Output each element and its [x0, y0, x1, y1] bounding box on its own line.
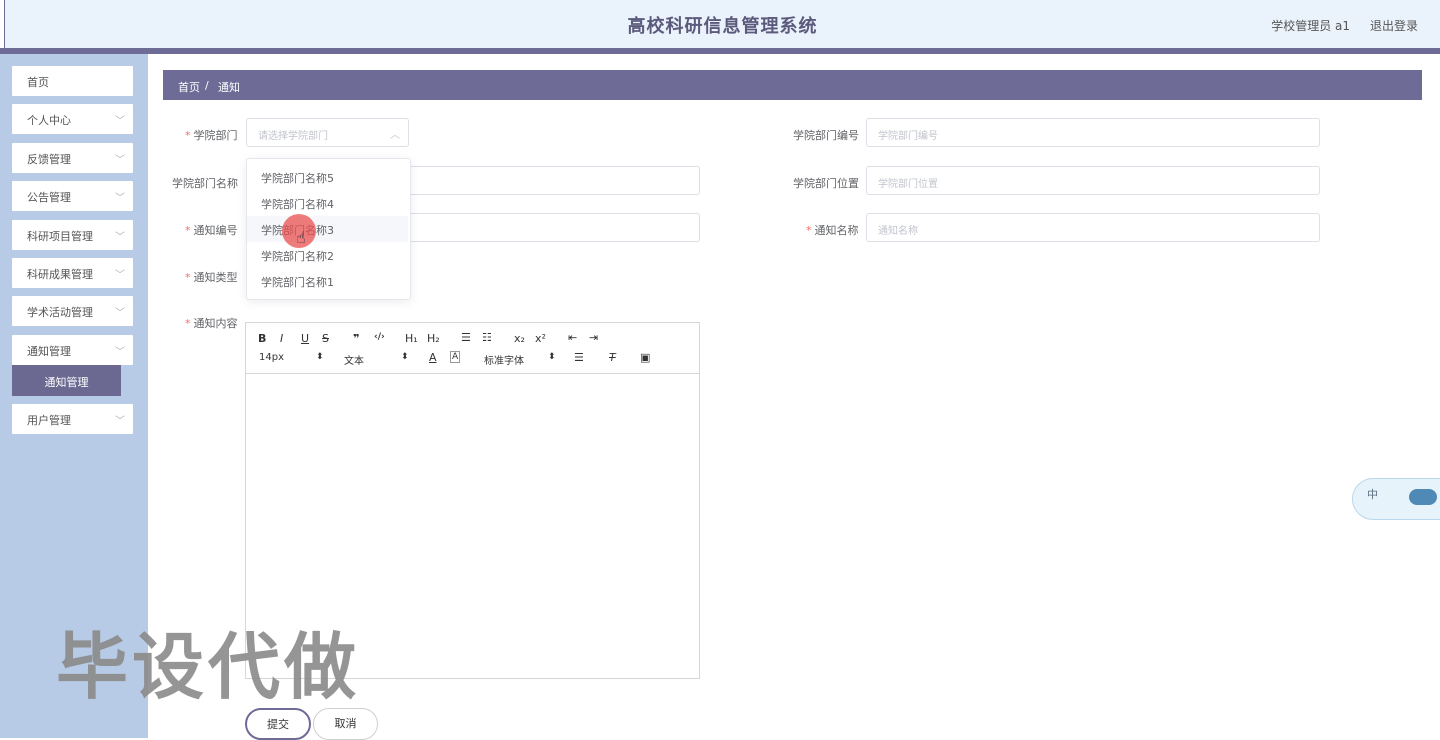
dropdown-option-hovered[interactable]: 学院部门名称3 — [247, 216, 408, 242]
notice-name-label: * 通知名称 — [806, 224, 859, 237]
ime-icon — [1409, 489, 1437, 505]
sidebar-item-feedback[interactable]: 反馈管理 ﹀ — [12, 143, 133, 173]
select-arrow-icon: ⬍ — [401, 352, 409, 362]
outdent-icon[interactable]: ⇤ — [568, 331, 577, 344]
sidebar-item-label: 个人中心 — [27, 114, 71, 127]
dept-location-label: 学院部门位置 — [793, 177, 859, 190]
sidebar-item-label: 用户管理 — [27, 414, 71, 427]
chevron-down-icon: ﹀ — [115, 116, 125, 127]
sidebar-item-notices[interactable]: 通知管理 ﹀ — [12, 335, 133, 365]
chevron-down-icon: ﹀ — [115, 347, 125, 358]
sidebar-item-label: 科研项目管理 — [27, 230, 93, 243]
breadcrumb-home[interactable]: 首页 — [178, 79, 200, 95]
font-size-select[interactable]: 14px — [259, 352, 284, 363]
notice-type-label: * 通知类型 — [185, 271, 238, 284]
sidebar-item-label: 通知管理 — [27, 345, 71, 358]
ime-label: 中 — [1367, 488, 1378, 501]
dropdown-option[interactable]: 学院部门名称4 — [247, 190, 408, 216]
select-arrow-icon: ⬍ — [548, 352, 556, 362]
sidebar-item-announcements[interactable]: 公告管理 ﹀ — [12, 181, 133, 211]
dept-select-placeholder: 请选择学院部门 — [258, 131, 328, 142]
underline-icon[interactable]: U — [301, 332, 309, 345]
chevron-down-icon: ﹀ — [115, 416, 125, 427]
sidebar-item-users[interactable]: 用户管理 ﹀ — [12, 404, 133, 434]
header-select[interactable]: 文本 — [344, 352, 364, 367]
hand-pointer-icon: ☝ — [296, 228, 306, 247]
sidebar-item-label: 首页 — [27, 76, 49, 89]
logout-link[interactable]: 退出登录 — [1370, 17, 1418, 34]
sidebar-item-label: 科研成果管理 — [27, 268, 93, 281]
font-color-icon[interactable]: A — [429, 351, 437, 364]
dept-select[interactable]: 请选择学院部门 ︿ — [246, 118, 409, 147]
blockquote-icon[interactable]: ❞ — [353, 332, 359, 345]
breadcrumb-separator: / — [205, 79, 209, 92]
image-icon[interactable]: ▣ — [640, 351, 650, 364]
strike-icon[interactable]: S — [322, 332, 329, 345]
current-user: 学校管理员 a1 — [1271, 19, 1350, 33]
dept-location-field[interactable]: 学院部门位置 — [866, 166, 1320, 195]
bold-icon[interactable]: B — [258, 332, 266, 345]
select-arrow-icon: ⬍ — [316, 352, 324, 362]
clean-format-icon[interactable]: T — [609, 351, 616, 364]
dept-dropdown: 学院部门名称5 学院部门名称4 学院部门名称3 学院部门名称2 学院部门名称1 — [246, 158, 411, 300]
dept-name-label: 学院部门名称 — [172, 177, 238, 190]
sidebar-item-personal-center[interactable]: 个人中心 ﹀ — [12, 104, 133, 134]
sidebar-item-label: 反馈管理 — [27, 153, 71, 166]
app-title: 高校科研信息管理系统 — [627, 16, 818, 37]
notice-name-field[interactable]: 通知名称 — [866, 213, 1320, 242]
sidebar-item-label: 公告管理 — [27, 191, 71, 204]
sidebar-item-research-results[interactable]: 科研成果管理 ﹀ — [12, 258, 133, 288]
dept-no-field[interactable]: 学院部门编号 — [866, 118, 1320, 147]
ordered-list-icon[interactable]: ☰ — [461, 331, 471, 344]
code-icon[interactable]: ‹/› — [374, 332, 385, 342]
notice-content-label: * 通知内容 — [185, 317, 238, 330]
dept-location-placeholder: 学院部门位置 — [878, 179, 938, 190]
dept-label: * 学院部门 — [185, 129, 238, 142]
editor-toolbar: B I U S ❞ ‹/› H₁ H₂ ☰ ☷ x₂ x² ⇤ ⇥ 14px ⬍… — [246, 323, 699, 374]
chevron-down-icon: ﹀ — [115, 270, 125, 281]
heading2-icon[interactable]: H₂ — [427, 332, 440, 345]
sidebar-subitem-notice-management[interactable]: 通知管理 — [12, 365, 121, 396]
heading1-icon[interactable]: H₁ — [405, 332, 418, 345]
watermark-text: 毕设代做 — [56, 625, 361, 709]
sidebar-subitem-label: 通知管理 — [44, 376, 89, 389]
chevron-up-icon: ︿ — [390, 130, 400, 141]
dept-no-label: 学院部门编号 — [793, 129, 859, 142]
sidebar-item-research-projects[interactable]: 科研项目管理 ﹀ — [12, 220, 133, 250]
ime-widget[interactable]: 中 — [1352, 478, 1440, 520]
chevron-down-icon: ﹀ — [115, 232, 125, 243]
subscript-icon[interactable]: x₂ — [514, 332, 525, 345]
chevron-down-icon: ﹀ — [115, 308, 125, 319]
font-family-select[interactable]: 标准字体 — [484, 352, 524, 367]
chevron-down-icon: ﹀ — [115, 193, 125, 204]
superscript-icon[interactable]: x² — [535, 332, 546, 345]
indent-icon[interactable]: ⇥ — [589, 331, 598, 344]
header-divider — [0, 48, 1440, 54]
dropdown-option[interactable]: 学院部门名称2 — [247, 242, 408, 268]
dept-no-placeholder: 学院部门编号 — [878, 131, 938, 142]
dropdown-option[interactable]: 学院部门名称5 — [247, 164, 408, 190]
italic-icon[interactable]: I — [280, 332, 283, 345]
sidebar-item-label: 学术活动管理 — [27, 306, 93, 319]
notice-no-label: * 通知编号 — [185, 224, 238, 237]
dropdown-option[interactable]: 学院部门名称1 — [247, 268, 408, 294]
sidebar-item-home[interactable]: 首页 — [12, 66, 133, 96]
breadcrumb: 首页 / 通知 — [163, 70, 1422, 100]
sidebar-item-academic-activities[interactable]: 学术活动管理 ﹀ — [12, 296, 133, 326]
align-icon[interactable]: ☰ — [574, 351, 584, 364]
chevron-down-icon: ﹀ — [115, 155, 125, 166]
notice-name-placeholder: 通知名称 — [878, 226, 918, 237]
app-header: 高校科研信息管理系统 学校管理员 a1 退出登录 — [4, 0, 1440, 48]
breadcrumb-current: 通知 — [218, 81, 240, 94]
bullet-list-icon[interactable]: ☷ — [482, 331, 492, 344]
background-color-icon[interactable]: A — [450, 351, 461, 363]
